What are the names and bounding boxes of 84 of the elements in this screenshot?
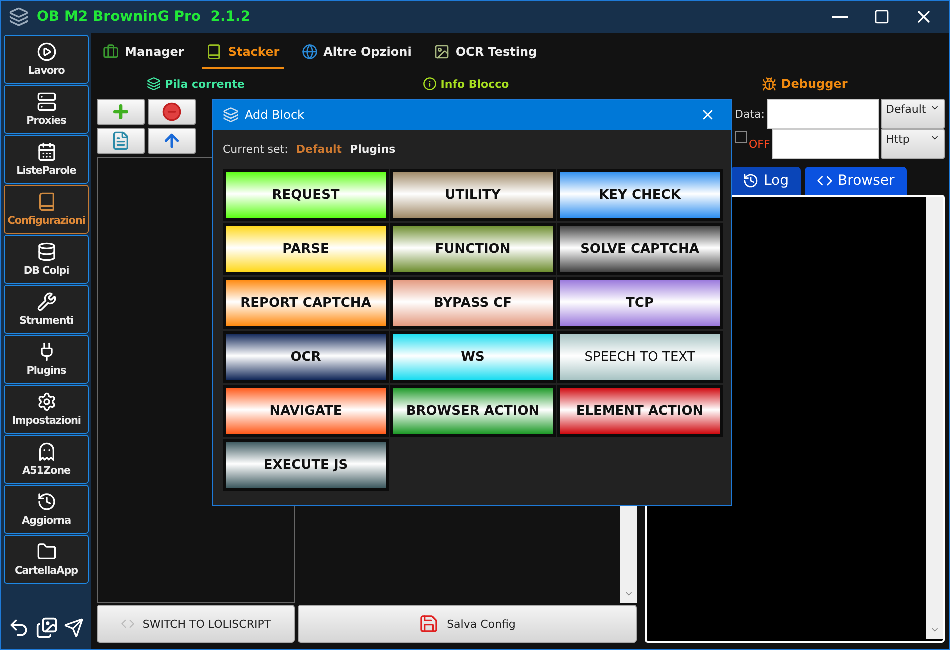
debugger-label: Debugger: [762, 69, 848, 99]
data-label: Data:: [735, 108, 765, 120]
sidebar-item[interactable]: Proxies: [4, 85, 89, 134]
sidebar-item[interactable]: Aggiorna: [4, 485, 89, 534]
switch-button[interactable]: SWITCH TO LOLISCRIPT: [97, 605, 295, 643]
sidebar-item[interactable]: Impostazioni: [4, 385, 89, 434]
block-type-button[interactable]: REQUEST: [223, 169, 389, 221]
layers-icon: [147, 77, 162, 91]
set-option[interactable]: Default: [296, 142, 342, 156]
images-icon[interactable]: [36, 617, 58, 639]
proxy-field[interactable]: [772, 129, 879, 159]
server-icon: [36, 92, 56, 112]
calendar-icon: [36, 142, 56, 162]
add-button[interactable]: [97, 99, 145, 125]
move-up-button[interactable]: [148, 128, 196, 154]
section-label: Pila corrente: [97, 77, 295, 91]
maximize-icon: [874, 9, 890, 25]
proxy-type-select[interactable]: Http: [881, 129, 945, 159]
block-type-button[interactable]: BROWSER ACTION: [390, 385, 556, 437]
tab[interactable]: Manager: [99, 37, 188, 69]
sidebar-item[interactable]: Lavoro: [4, 35, 89, 84]
globe-icon: [302, 44, 318, 60]
block-type-button[interactable]: PARSE: [223, 223, 389, 275]
tab[interactable]: Log: [731, 167, 802, 195]
block-type-button[interactable]: KEY CHECK: [557, 169, 723, 221]
sidebar-item[interactable]: Plugins: [4, 335, 89, 384]
save-icon: [419, 614, 440, 634]
settings-icon: [36, 392, 56, 412]
section-label: Info Blocco: [295, 77, 637, 91]
bug-icon: [762, 76, 778, 92]
dialog-title: Add Block: [245, 108, 305, 122]
book-icon: [36, 192, 56, 212]
briefcase-icon: [103, 44, 119, 60]
send-icon[interactable]: [64, 618, 84, 638]
undo-icon[interactable]: [8, 617, 30, 639]
sidebar-item[interactable]: A51Zone: [4, 435, 89, 484]
database-icon: [36, 242, 56, 262]
tab[interactable]: Altre Opzioni: [298, 37, 416, 69]
block-type-button[interactable]: SPEECH TO TEXT: [557, 331, 723, 383]
sidebar-item[interactable]: CartellaApp: [4, 535, 89, 584]
current-set-label: Current set:: [223, 142, 288, 156]
clone-button[interactable]: [97, 128, 145, 154]
sidebar-item[interactable]: Configurazioni: [4, 185, 89, 234]
proxy-state: OFF: [749, 138, 770, 150]
code-icon: [120, 617, 135, 631]
scroll-bar[interactable]: [926, 197, 943, 639]
proxy-checkbox[interactable]: [735, 131, 747, 143]
history-icon: [743, 173, 759, 189]
data-type-select[interactable]: Default: [881, 99, 945, 129]
block-type-button[interactable]: SOLVE CAPTCHA: [557, 223, 723, 275]
window-title: OB M2 BrowninG Pro 2.1.2: [37, 9, 251, 25]
tab[interactable]: OCR Testing: [430, 37, 542, 69]
block-type-button[interactable]: UTILITY: [390, 169, 556, 221]
sidebar-item[interactable]: Strumenti: [4, 285, 89, 334]
minus-icon: [162, 102, 182, 122]
app-logo-icon: [223, 107, 239, 123]
block-type-button[interactable]: REPORT CAPTCHA: [223, 277, 389, 329]
block-type-button[interactable]: BYPASS CF: [390, 277, 556, 329]
tab[interactable]: Browser: [805, 167, 907, 195]
document-icon: [111, 131, 131, 151]
block-type-button[interactable]: ELEMENT ACTION: [557, 385, 723, 437]
tab[interactable]: Stacker: [202, 37, 284, 69]
set-option[interactable]: Plugins: [350, 142, 396, 156]
block-type-button[interactable]: FUNCTION: [390, 223, 556, 275]
app-logo-icon: [9, 7, 29, 27]
block-type-button[interactable]: NAVIGATE: [223, 385, 389, 437]
wrench-icon: [36, 292, 56, 312]
remove-button[interactable]: [148, 99, 196, 125]
play-icon: [36, 42, 56, 62]
block-type-button[interactable]: TCP: [557, 277, 723, 329]
history-icon: [36, 492, 56, 512]
block-type-button[interactable]: EXECUTE JS: [223, 439, 389, 491]
sidebar-item[interactable]: ListeParole: [4, 135, 89, 184]
book-icon: [206, 44, 222, 60]
block-type-button[interactable]: OCR: [223, 331, 389, 383]
folder-icon: [36, 542, 56, 562]
image-icon: [434, 44, 450, 60]
info-icon: [422, 77, 437, 91]
block-type-button[interactable]: WS: [390, 331, 556, 383]
plus-icon: [111, 102, 131, 122]
data-field[interactable]: [766, 99, 879, 129]
sidebar-item[interactable]: DB Colpi: [4, 235, 89, 284]
minimize-icon: [832, 16, 848, 18]
save-button[interactable]: Salva Config: [298, 605, 637, 643]
